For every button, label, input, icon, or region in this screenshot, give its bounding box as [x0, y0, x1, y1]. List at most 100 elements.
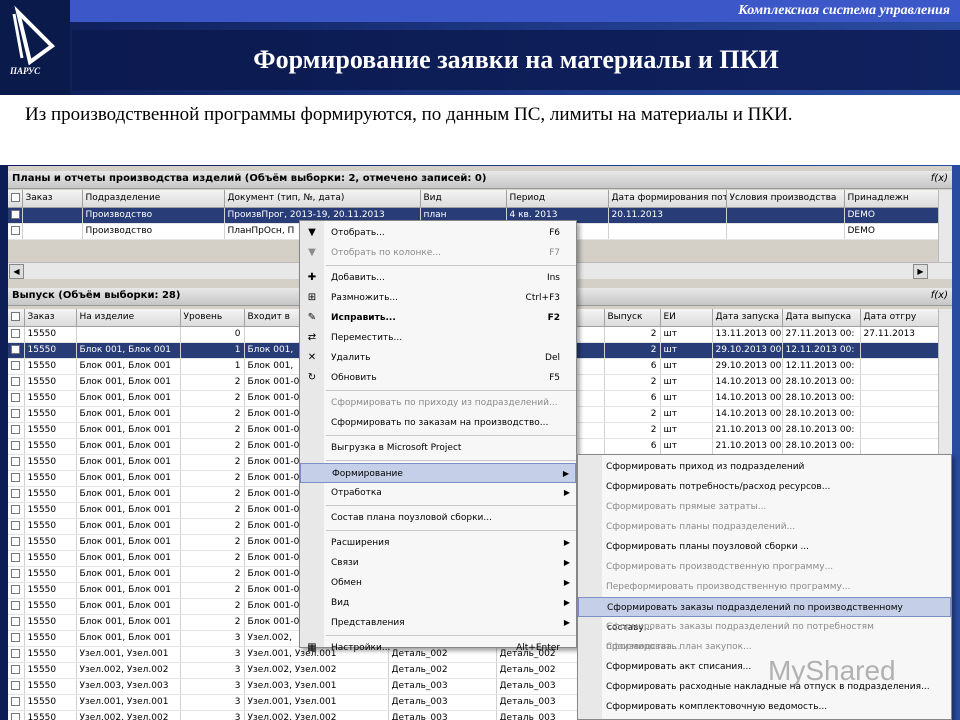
row-checkbox[interactable]: [11, 473, 20, 482]
submenu-item[interactable]: Сформировать заказы подразделений по про…: [578, 597, 951, 633]
row-checkbox-cell[interactable]: [8, 662, 25, 679]
checkbox-column-header[interactable]: [8, 309, 25, 327]
row-checkbox[interactable]: [11, 441, 20, 450]
column-header[interactable]: Принадлежн: [844, 190, 939, 208]
menu-item[interactable]: Обмен ▶: [300, 573, 576, 593]
row-checkbox-cell[interactable]: [8, 223, 23, 240]
row-checkbox[interactable]: [11, 521, 20, 530]
row-checkbox-cell[interactable]: [8, 374, 25, 391]
menu-item[interactable]: Сформировать по приходу из подразделений…: [300, 393, 576, 413]
column-header[interactable]: Условия производства: [726, 190, 845, 208]
row-checkbox-cell[interactable]: [8, 678, 25, 695]
row-checkbox-cell[interactable]: [8, 566, 25, 583]
row-checkbox-cell[interactable]: [8, 710, 25, 720]
column-header[interactable]: Выпуск: [604, 309, 661, 327]
menu-item[interactable]: Представления ▶: [300, 613, 576, 633]
column-header[interactable]: Период: [506, 190, 609, 208]
bottom-panel-fx-icon[interactable]: f(x): [931, 290, 948, 301]
column-header[interactable]: Заказ: [22, 190, 83, 208]
checkbox-column-header[interactable]: [8, 190, 23, 208]
row-checkbox-cell[interactable]: [8, 550, 25, 567]
row-checkbox-cell[interactable]: [8, 358, 25, 375]
row-checkbox-cell[interactable]: [8, 438, 25, 455]
select-all-checkbox[interactable]: [11, 312, 20, 322]
row-checkbox-cell[interactable]: [8, 518, 25, 535]
submenu-item[interactable]: Сформировать приход из подразделений: [578, 457, 951, 477]
row-checkbox-cell[interactable]: [8, 454, 25, 471]
menu-item[interactable]: ▼ Отобрать по колонке... F7: [300, 243, 576, 263]
row-checkbox-cell[interactable]: [8, 534, 25, 551]
column-header[interactable]: Дата выпуска: [782, 309, 861, 327]
row-checkbox[interactable]: [11, 489, 20, 498]
menu-item[interactable]: Расширения ▶: [300, 533, 576, 553]
column-header[interactable]: Дата запуска: [712, 309, 783, 327]
menu-item[interactable]: Отработка ▶: [300, 483, 576, 503]
row-checkbox[interactable]: [11, 329, 20, 338]
column-header[interactable]: На изделие: [76, 309, 181, 327]
menu-item[interactable]: ✎ Исправить... F2: [300, 308, 576, 328]
column-header[interactable]: Вид: [420, 190, 507, 208]
select-all-checkbox[interactable]: [11, 193, 20, 203]
row-checkbox-cell[interactable]: [8, 646, 25, 663]
row-checkbox[interactable]: [11, 649, 20, 658]
submenu-item[interactable]: Сформировать заказы подразделений по пот…: [578, 617, 951, 652]
menu-item[interactable]: Связи ▶: [300, 553, 576, 573]
submenu-item[interactable]: Сформировать комплектовочную ведомость..…: [578, 697, 951, 717]
row-checkbox-cell[interactable]: [8, 207, 23, 224]
row-checkbox-cell[interactable]: [8, 582, 25, 599]
menu-item[interactable]: ▼ Отобрать... F6: [300, 223, 576, 243]
row-checkbox[interactable]: [11, 505, 20, 514]
row-checkbox-cell[interactable]: [8, 390, 25, 407]
menu-item[interactable]: Формирование ▶: [300, 463, 576, 483]
row-checkbox-cell[interactable]: [8, 598, 25, 615]
top-vertical-scrollbar[interactable]: [938, 190, 952, 262]
row-checkbox[interactable]: [11, 409, 20, 418]
row-checkbox[interactable]: [11, 665, 20, 674]
submenu-item[interactable]: Переформировать производственную програм…: [578, 577, 951, 597]
menu-item[interactable]: ✕ Удалить Del: [300, 348, 576, 368]
submenu-item[interactable]: Сформировать производственную программу.…: [578, 557, 951, 577]
menu-item[interactable]: Выгрузка в Microsoft Project: [300, 438, 576, 458]
row-checkbox[interactable]: [11, 361, 20, 370]
row-checkbox[interactable]: [11, 681, 20, 690]
submenu-item[interactable]: Сформировать потребность/расход ресурсов…: [578, 477, 951, 497]
row-checkbox[interactable]: [11, 345, 20, 354]
row-checkbox[interactable]: [11, 713, 20, 720]
row-checkbox[interactable]: [11, 537, 20, 546]
column-header[interactable]: Подразделение: [82, 190, 225, 208]
column-header[interactable]: Заказ: [24, 309, 77, 327]
row-checkbox-cell[interactable]: [8, 614, 25, 631]
row-checkbox[interactable]: [11, 377, 20, 386]
submenu-item[interactable]: Сформировать планы поузловой сборки ...: [578, 537, 951, 557]
row-checkbox[interactable]: [11, 457, 20, 466]
row-checkbox-cell[interactable]: [8, 486, 25, 503]
menu-item[interactable]: Вид ▶: [300, 593, 576, 613]
menu-item[interactable]: Сформировать по заказам на производство.…: [300, 413, 576, 433]
submenu-item[interactable]: Сформировать прямые затраты...: [578, 497, 951, 517]
menu-item[interactable]: ▦ Настройки... Alt+Enter: [300, 638, 576, 658]
column-header[interactable]: Уровень: [180, 309, 245, 327]
submenu-item[interactable]: Сформировать планы подразделений...: [578, 517, 951, 537]
column-header[interactable]: Дата формирования пот: [608, 190, 727, 208]
row-checkbox[interactable]: [11, 601, 20, 610]
row-checkbox[interactable]: [11, 210, 20, 219]
submenu-item[interactable]: Сформировать план закупок...: [578, 637, 951, 657]
scroll-right-icon[interactable]: ▶: [913, 264, 928, 279]
menu-item[interactable]: Состав плана поузловой сборки...: [300, 508, 576, 528]
column-header[interactable]: Дата отгру: [860, 309, 939, 327]
row-checkbox[interactable]: [11, 553, 20, 562]
row-checkbox[interactable]: [11, 425, 20, 434]
column-header[interactable]: ЕИ: [660, 309, 713, 327]
menu-item[interactable]: ⊞ Размножить... Ctrl+F3: [300, 288, 576, 308]
row-checkbox[interactable]: [11, 617, 20, 626]
row-checkbox[interactable]: [11, 585, 20, 594]
row-checkbox[interactable]: [11, 569, 20, 578]
row-checkbox[interactable]: [11, 393, 20, 402]
row-checkbox-cell[interactable]: [8, 406, 25, 423]
row-checkbox-cell[interactable]: [8, 694, 25, 711]
row-checkbox-cell[interactable]: [8, 502, 25, 519]
row-checkbox[interactable]: [11, 633, 20, 642]
menu-item[interactable]: ↻ Обновить F5: [300, 368, 576, 388]
row-checkbox-cell[interactable]: [8, 342, 25, 359]
row-checkbox-cell[interactable]: [8, 630, 25, 647]
